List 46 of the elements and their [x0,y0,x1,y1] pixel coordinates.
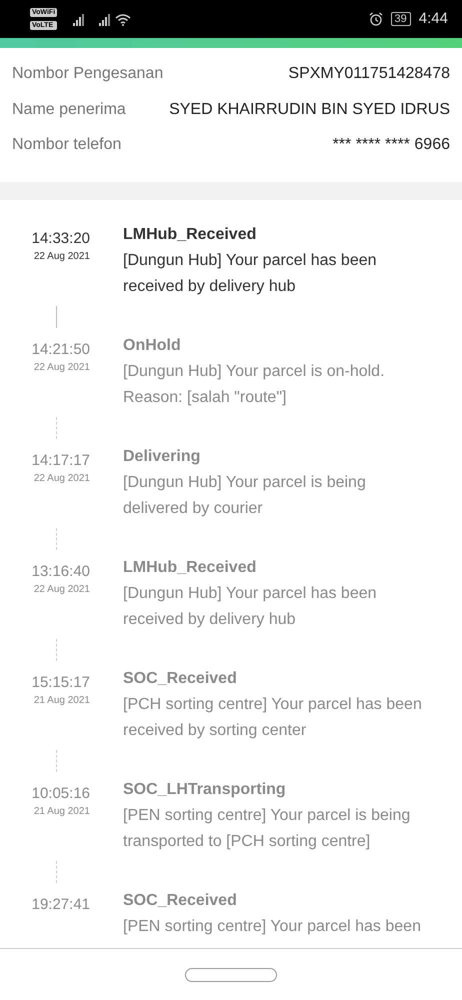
event-status: LMHub_Received [123,225,258,245]
event-date: 21 Aug 2021 [32,694,90,708]
battery-icon: 39 [390,12,411,26]
event-status: SOC_Received [123,891,238,911]
event-description: [PCH sorting centre] Your parcel has been received by sorting center [123,695,423,741]
event-status: SOC_Received [123,669,238,689]
event-description: [PEN sorting centre] Your parcel is being transported to [PCH sorting centre] [123,806,412,852]
event-description: [Dungun Hub] Your parcel has been received by delivery hub [123,251,378,297]
event-description: [Dungun Hub] Your parcel has been received by delivery hub [123,584,378,630]
event-description: [Dungun Hub] Your parcel is on-hold. Reason: [salah "route"] [123,362,386,408]
info-label: Nombor Pengesanan [12,64,164,84]
event-date: 22 Aug 2021 [32,250,90,264]
timeline-connector [56,750,57,772]
event-time: 15:15:17 [30,674,90,692]
info-label: Name penerima [12,100,126,120]
clock-time: 4:44 [418,8,448,29]
event-status: Delivering [123,447,202,467]
event-time: 14:33:20 [30,230,90,248]
event-status: LMHub_Received [123,558,258,578]
event-status: OnHold [123,336,182,356]
wifi-icon [115,12,132,26]
event-time: 19:27:41 [30,896,90,914]
event-description: [Dungun Hub] Your parcel is being delivered by courier [123,473,367,519]
home-indicator[interactable] [185,968,277,982]
event-time: 14:21:50 [30,341,90,359]
event-description: [PEN sorting centre] Your parcel has been [123,917,422,937]
info-value: SPXMY011751428478 [288,64,450,84]
info-value: *** **** **** 6966 [332,135,450,155]
alarm-icon [368,12,383,26]
event-status: SOC_LHTransporting [123,780,287,800]
signal-icon [99,12,112,26]
event-date: 21 Aug 2021 [32,805,90,819]
info-value: SYED KHAIRRUDIN BIN SYED IDRUS [169,100,450,120]
timeline-connector [56,416,57,438]
event-date: 22 Aug 2021 [32,472,90,486]
event-time: 13:16:40 [30,563,90,581]
timeline-connector [56,860,57,882]
event-time: 10:05:16 [30,785,90,803]
event-date: 22 Aug 2021 [32,361,90,375]
timeline-connector [56,306,57,328]
timeline-connector [56,638,57,660]
signal-icon [73,12,86,26]
event-time: 14:17:17 [30,452,90,470]
info-label: Nombor telefon [12,135,122,155]
event-date: 22 Aug 2021 [32,583,90,597]
timeline-connector [56,528,57,550]
